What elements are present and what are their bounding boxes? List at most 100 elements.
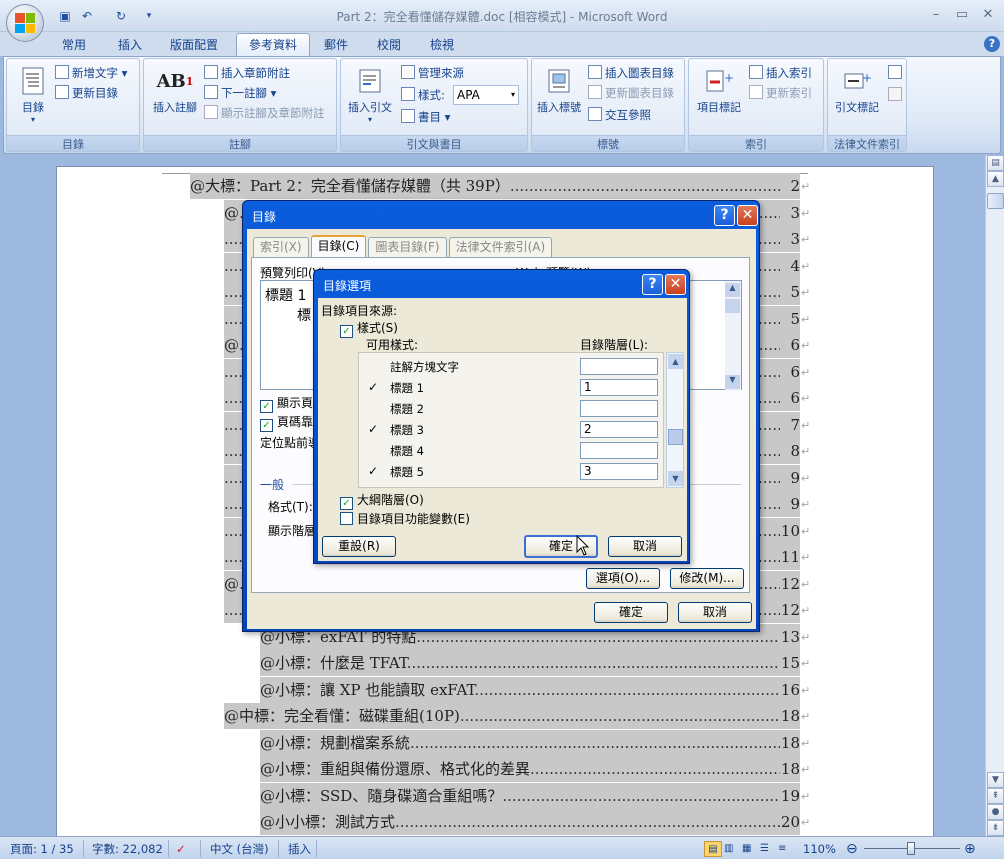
tab-toc[interactable]: 目錄(C)	[310, 235, 367, 257]
toc-level-field[interactable]: 2	[580, 421, 658, 438]
mark-citation-button[interactable]: + 引文標記	[830, 65, 884, 115]
right-align-check[interactable]: ✓ 頁碼靠	[260, 413, 313, 432]
ruler-toggle-icon[interactable]: ▤	[987, 155, 1004, 171]
options-cancel-button[interactable]: 取消	[608, 536, 682, 557]
show-page-numbers-check[interactable]: ✓ 顯示頁	[260, 394, 313, 413]
tab-references[interactable]: 參考資料	[236, 33, 311, 57]
insert-footnote-button[interactable]: AB 1 插入註腳	[148, 65, 202, 115]
toc-entry[interactable]: @小標：讓 XP 也能讀取 exFAT.....................…	[260, 676, 800, 703]
toc-dialog-help-button[interactable]: ?	[714, 205, 735, 226]
maximize-button[interactable]: ▭	[950, 6, 974, 24]
insert-endnote-button[interactable]: 插入章節附註	[204, 63, 290, 83]
page-count[interactable]: 頁面: 1 / 35	[10, 841, 74, 857]
insert-citation-button[interactable]: 插入引文 ▾	[345, 65, 395, 124]
toc-level-field[interactable]	[580, 400, 658, 417]
paragraph-mark-icon: ↵	[801, 259, 811, 273]
toc-entry[interactable]: @小標：規劃檔案系統..............................…	[260, 729, 800, 756]
office-button[interactable]	[6, 4, 44, 42]
toc-level-field[interactable]: 1	[580, 379, 658, 396]
web-layout-icon[interactable]: ▦	[742, 841, 751, 857]
zoom-slider-thumb[interactable]	[907, 842, 915, 855]
toc-button[interactable]: 目錄 ▾	[13, 65, 53, 124]
print-layout-icon[interactable]: ▤	[704, 841, 722, 857]
update-toc-button[interactable]: 更新目錄	[55, 83, 118, 103]
insert-index-button[interactable]: 插入索引	[749, 63, 812, 83]
scroll-down-icon[interactable]: ▼	[668, 471, 683, 486]
tab-insert[interactable]: 插入	[106, 36, 154, 56]
prev-page-icon[interactable]: ⇞	[987, 788, 1004, 804]
toc-level-field[interactable]	[580, 442, 658, 459]
tab-index[interactable]: 索引(X)	[253, 237, 309, 257]
help-icon[interactable]: ?	[984, 36, 1000, 52]
toc-dialog-close-button[interactable]: ✕	[737, 205, 758, 226]
options-close-button[interactable]: ✕	[665, 274, 686, 295]
next-footnote-button[interactable]: 下一註腳 ▾	[204, 83, 276, 103]
tab-page-layout[interactable]: 版面配置	[158, 36, 230, 56]
scroll-up-icon[interactable]: ▲	[668, 354, 683, 369]
update-index-button[interactable]: 更新索引	[749, 83, 812, 103]
minimize-button[interactable]: –	[924, 6, 948, 24]
tab-table-of-figures[interactable]: 圖表目錄(F)	[368, 237, 447, 257]
tab-mailings[interactable]: 郵件	[312, 36, 360, 56]
outline-levels-check[interactable]: ✓ 大綱階層(O)	[340, 491, 424, 510]
proofing-icon[interactable]: ✓	[176, 841, 186, 857]
insert-table-figures-button[interactable]: 插入圖表目錄	[588, 63, 674, 83]
toc-entry[interactable]: @小標：什麼是 TFAT............................…	[260, 650, 800, 676]
add-text-button[interactable]: 新增文字 ▾	[55, 63, 127, 83]
bibliography-button[interactable]: 書目 ▾	[401, 107, 450, 127]
toc-page-number: 18	[780, 756, 800, 782]
toc-entry[interactable]: @小小標：測試方式...............................…	[260, 809, 800, 835]
draft-icon[interactable]: ≡	[778, 841, 786, 857]
insert-mode[interactable]: 插入	[288, 841, 311, 857]
zoom-out-icon[interactable]: ⊖	[846, 841, 858, 857]
scroll-up-icon[interactable]: ▲	[725, 283, 740, 297]
reset-button[interactable]: 重設(R)	[322, 536, 396, 557]
toc-entry-text: @小標：SSD、隨身碟適合重組嗎？	[260, 786, 503, 805]
close-button[interactable]: ✕	[976, 6, 1000, 24]
vertical-scrollbar[interactable]: ▤ ▲ ▼ ⇞ ● ⇟	[985, 155, 1004, 836]
scroll-thumb[interactable]	[668, 429, 683, 445]
scroll-up-icon[interactable]: ▲	[987, 171, 1004, 187]
manage-sources-button[interactable]: 管理來源	[401, 63, 464, 83]
entry-fields-check[interactable]: 目錄項目功能變數(E)	[340, 510, 470, 527]
scroll-thumb[interactable]	[987, 193, 1004, 209]
toc-entry[interactable]: @中標：完全看懂：磁碟重組(10P)......................…	[224, 703, 800, 729]
style-dropdown[interactable]: APA ▾	[453, 85, 519, 105]
next-page-icon[interactable]: ⇟	[987, 820, 1004, 836]
zoom-in-icon[interactable]: ⊕	[964, 841, 976, 857]
word-count[interactable]: 字數: 22,082	[92, 841, 163, 857]
update-table-button[interactable]: 更新圖表目錄	[588, 83, 674, 103]
mark-entry-button[interactable]: + 項目標記	[691, 65, 747, 115]
modify-button[interactable]: 修改(M)...	[670, 568, 744, 589]
toc-cancel-button[interactable]: 取消	[678, 602, 752, 623]
options-help-button[interactable]: ?	[642, 274, 663, 295]
full-screen-reading-icon[interactable]: ▥	[724, 841, 733, 857]
toc-level-field[interactable]: 3	[580, 463, 658, 480]
outline-icon[interactable]: ☰	[760, 841, 769, 857]
tab-view[interactable]: 檢視	[418, 36, 466, 56]
add-text-label: 新增文字	[72, 66, 118, 80]
tab-review[interactable]: 校閱	[365, 36, 413, 56]
options-button[interactable]: 選項(O)...	[586, 568, 660, 589]
toc-level-field[interactable]	[580, 358, 658, 375]
show-notes-button[interactable]: 顯示註腳及章節附註	[204, 103, 325, 123]
toc-page-number: 20	[780, 809, 800, 835]
tab-table-of-authorities[interactable]: 法律文件索引(A)	[448, 237, 553, 257]
insert-authorities-icon[interactable]	[888, 65, 902, 79]
scroll-down-icon[interactable]: ▼	[987, 772, 1004, 788]
scroll-thumb[interactable]	[725, 299, 740, 313]
toc-entry[interactable]: @大標：Part 2：完全看懂儲存媒體（共 39P）..............…	[190, 173, 800, 199]
toc-ok-button[interactable]: 確定	[594, 602, 668, 623]
cross-reference-button[interactable]: 交互參照	[588, 105, 651, 125]
tab-home[interactable]: 常用	[50, 36, 98, 56]
insert-caption-button[interactable]: 插入標號	[534, 65, 584, 115]
language[interactable]: 中文 (台灣)	[210, 841, 269, 857]
scroll-down-icon[interactable]: ▼	[725, 375, 740, 389]
update-authorities-icon[interactable]	[888, 87, 902, 101]
styles-scrollbar[interactable]: ▲ ▼	[666, 352, 684, 488]
web-preview-scrollbar[interactable]: ▲ ▼	[725, 281, 741, 391]
toc-entry[interactable]: @小標：重組與備份還原、格式化的差異......................…	[260, 756, 800, 782]
browse-object-icon[interactable]: ●	[987, 804, 1004, 820]
zoom-level[interactable]: 110%	[803, 841, 836, 857]
toc-entry[interactable]: @小標：SSD、隨身碟適合重組嗎？.......................…	[260, 782, 800, 809]
